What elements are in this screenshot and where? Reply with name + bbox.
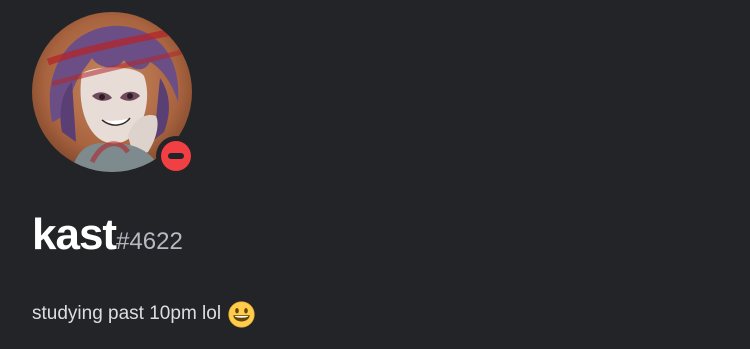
custom-status-text: studying past 10pm lol <box>32 303 222 324</box>
user-profile-panel: kast#4622 studying past 10pm lol <box>0 0 750 349</box>
grinning-face-emoji <box>228 300 255 328</box>
name-tag[interactable]: kast#4622 <box>32 206 183 274</box>
custom-status: studying past 10pm lol <box>32 298 255 330</box>
username: kast <box>32 210 117 259</box>
status-indicator <box>156 136 196 176</box>
avatar-container[interactable] <box>32 12 196 176</box>
dnd-status-bar <box>168 153 184 159</box>
dnd-status-icon <box>161 141 191 171</box>
discriminator: #4622 <box>116 228 183 255</box>
